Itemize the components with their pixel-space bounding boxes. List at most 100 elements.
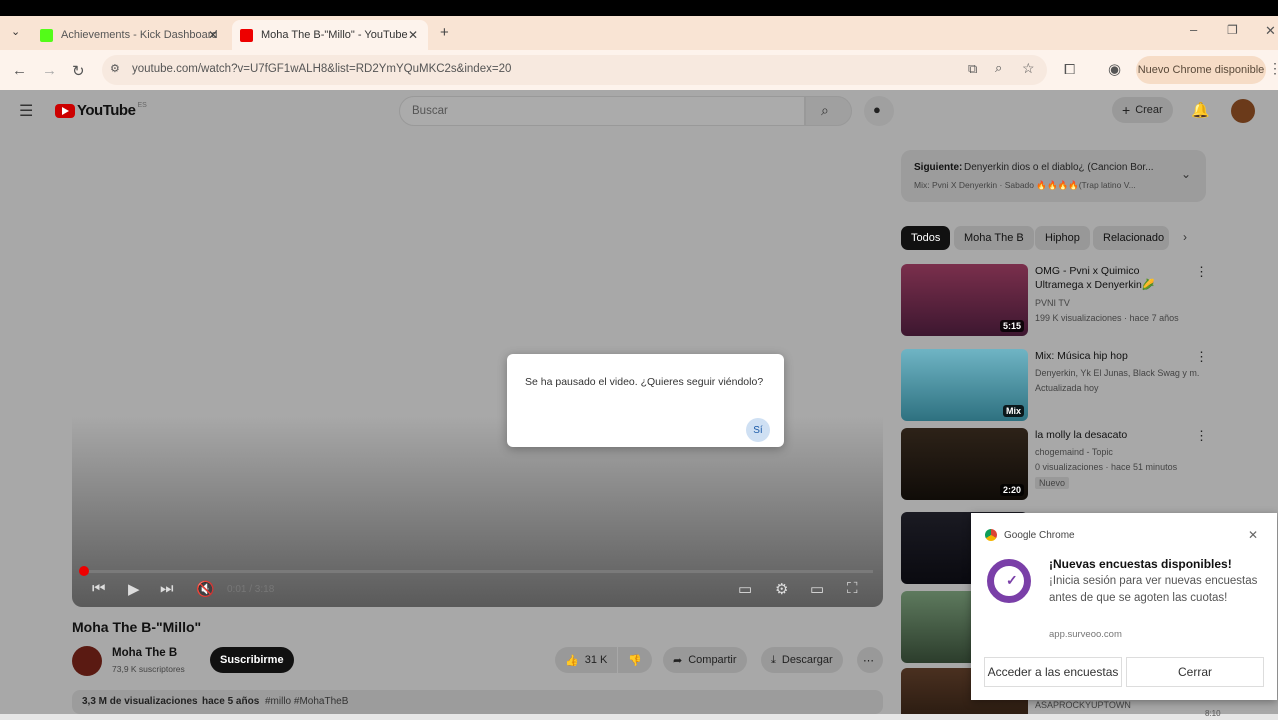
- kick-icon: [40, 28, 53, 42]
- chip-hiphop[interactable]: Hiphop: [1035, 226, 1090, 250]
- continue-watching-button[interactable]: Sí: [746, 418, 770, 442]
- forward-icon[interactable]: →: [42, 62, 57, 79]
- description-box[interactable]: 3,3 M de visualizaciones hace 5 años #mi…: [72, 690, 883, 714]
- channel-avatar[interactable]: [72, 646, 102, 676]
- chip-todos[interactable]: Todos: [901, 226, 951, 250]
- surveoo-logo-icon: ✓: [987, 559, 1031, 603]
- minimize-icon[interactable]: –: [1190, 22, 1197, 37]
- thumbs-up-icon: 👍: [565, 654, 579, 667]
- search-placeholder: Buscar: [412, 105, 448, 117]
- site-info-icon[interactable]: ⚙: [110, 62, 120, 75]
- new-tab-icon[interactable]: +: [440, 24, 449, 41]
- notification-app: Google Chrome: [1004, 529, 1075, 541]
- bookmark-star-icon[interactable]: ☆: [1022, 60, 1035, 77]
- video-thumbnail[interactable]: Mix: [901, 349, 1028, 421]
- tab-kick[interactable]: Achievements - Kick Dashboard ✕: [32, 20, 228, 50]
- youtube-icon: [240, 28, 253, 42]
- like-count: 31 K: [584, 654, 608, 666]
- toolbar: ← → ↻ ⚙ youtube.com/watch?v=U7fGF1wALH8&…: [0, 50, 1278, 90]
- hamburger-menu-icon[interactable]: ☰: [19, 101, 33, 121]
- notification-site: app.surveoo.com: [1049, 629, 1122, 640]
- close-window-icon[interactable]: ✕: [1265, 23, 1276, 39]
- pause-dialog: Se ha pausado el video. ¿Quieres seguir …: [507, 354, 784, 447]
- view-count: 3,3 M de visualizaciones: [82, 696, 198, 707]
- upload-age: hace 5 años: [202, 696, 260, 707]
- like-button[interactable]: 👍 31 K: [555, 647, 618, 673]
- fullscreen-icon[interactable]: ⛶: [847, 580, 858, 597]
- hashtags[interactable]: #millo #MohaTheB: [265, 696, 348, 707]
- share-icon: ➦: [673, 654, 683, 667]
- profile-icon[interactable]: ◉: [1108, 60, 1121, 78]
- up-next-label: Siguiente:: [914, 162, 963, 173]
- close-notification-button[interactable]: Cerrar: [1126, 657, 1264, 687]
- chevron-right-icon[interactable]: ›: [1183, 230, 1187, 244]
- more-actions-button[interactable]: ⋯: [857, 647, 883, 673]
- subtitles-icon[interactable]: ▭: [738, 580, 752, 598]
- video-thumbnail[interactable]: 2:20: [901, 428, 1028, 500]
- zoom-icon[interactable]: ⌕: [995, 60, 1002, 76]
- dislike-button[interactable]: 👎: [618, 647, 652, 673]
- notifications-bell-icon[interactable]: 🔔: [1191, 101, 1210, 119]
- logo-region: ES: [137, 102, 147, 109]
- next-icon[interactable]: ⏭: [160, 580, 174, 597]
- tab-label: Achievements - Kick Dashboard: [61, 29, 218, 41]
- subscribe-button[interactable]: Suscribirme: [210, 647, 294, 673]
- close-tab-icon[interactable]: ✕: [408, 28, 418, 42]
- duration-badge: Mix: [1002, 405, 1024, 417]
- access-surveys-button[interactable]: Acceder a las encuestas: [984, 657, 1122, 687]
- close-icon[interactable]: ✕: [1248, 528, 1258, 542]
- back-icon[interactable]: ←: [12, 62, 27, 79]
- voice-search-button[interactable]: ●: [864, 96, 894, 126]
- progress-scrubber[interactable]: [79, 566, 90, 576]
- rec-meta: Actualizada hoy: [1035, 383, 1099, 393]
- extensions-icon[interactable]: ⧠: [1064, 61, 1075, 78]
- mute-icon[interactable]: 🔇: [196, 580, 215, 598]
- tab-list-chevron-icon[interactable]: ⌄: [11, 25, 20, 38]
- download-button[interactable]: ⤓ Descargar: [761, 647, 843, 673]
- avatar[interactable]: [1231, 99, 1255, 123]
- download-label: Descargar: [781, 654, 833, 666]
- search-button[interactable]: ⌕: [805, 96, 852, 126]
- play-icon[interactable]: ▶: [128, 580, 140, 598]
- chrome-icon: [985, 529, 997, 541]
- chrome-notification: Google Chrome ✕ ✓ ¡Nuevas encuestas disp…: [971, 513, 1277, 700]
- logo-text: YouTube: [77, 102, 136, 119]
- up-next-meta: Mix: Pvni X Denyerkin · Sabado 🔥🔥🔥🔥(Trap…: [914, 180, 1136, 190]
- theater-mode-icon[interactable]: ▭: [810, 580, 824, 598]
- youtube-play-icon: [55, 103, 75, 118]
- create-button[interactable]: + Crear: [1112, 97, 1173, 123]
- kebab-menu-icon[interactable]: ⋮: [1195, 428, 1208, 444]
- chip-moha-the-b[interactable]: Moha The B: [954, 226, 1034, 250]
- time-display: 0:01 / 3:18: [227, 584, 275, 595]
- video-title: Moha The B-"Millo": [72, 619, 202, 635]
- address-bar[interactable]: ⚙ youtube.com/watch?v=U7fGF1wALH8&list=R…: [102, 55, 1047, 85]
- close-tab-icon[interactable]: ✕: [208, 28, 218, 42]
- rec-title: Mix: Música hip hop: [1035, 350, 1128, 362]
- progress-bar[interactable]: [82, 570, 873, 573]
- up-next-card[interactable]: Siguiente: Denyerkin dios o el diablo¿ (…: [901, 150, 1206, 202]
- search-input[interactable]: Buscar: [399, 96, 805, 126]
- download-icon: ⤓: [771, 653, 776, 666]
- menu-dots-icon[interactable]: ⋮: [1268, 60, 1278, 77]
- channel-name[interactable]: Moha The B: [112, 647, 177, 659]
- youtube-logo[interactable]: YouTube ES: [55, 102, 147, 119]
- share-button[interactable]: ➦ Compartir: [663, 647, 747, 673]
- update-chrome-button[interactable]: Nuevo Chrome disponible: [1136, 56, 1266, 84]
- kebab-menu-icon[interactable]: ⋮: [1195, 349, 1208, 365]
- chevron-down-icon[interactable]: ⌄: [1181, 167, 1191, 181]
- microphone-icon: ●: [873, 102, 881, 117]
- settings-gear-icon[interactable]: ⚙: [775, 580, 788, 598]
- rec-channel: chogemaind - Topic: [1035, 447, 1113, 457]
- kebab-menu-icon[interactable]: ⋮: [1195, 264, 1208, 280]
- cast-icon[interactable]: ⧉: [968, 61, 977, 77]
- chip-relacionado[interactable]: Relacionado: [1093, 226, 1169, 250]
- notification-title: ¡Nuevas encuestas disponibles!: [1049, 557, 1232, 571]
- previous-icon[interactable]: ⏮: [92, 580, 106, 597]
- notification-header: Google Chrome: [985, 529, 1075, 541]
- tab-youtube[interactable]: Moha The B-"Millo" - YouTube ✕: [232, 20, 428, 50]
- rec-meta: 0 visualizaciones · hace 51 minutos: [1035, 462, 1178, 472]
- video-thumbnail[interactable]: 5:15: [901, 264, 1028, 336]
- restore-icon[interactable]: ❐: [1227, 23, 1238, 37]
- reload-icon[interactable]: ↻: [72, 62, 85, 80]
- tab-bar: ⌄ Achievements - Kick Dashboard ✕ Moha T…: [0, 16, 1278, 50]
